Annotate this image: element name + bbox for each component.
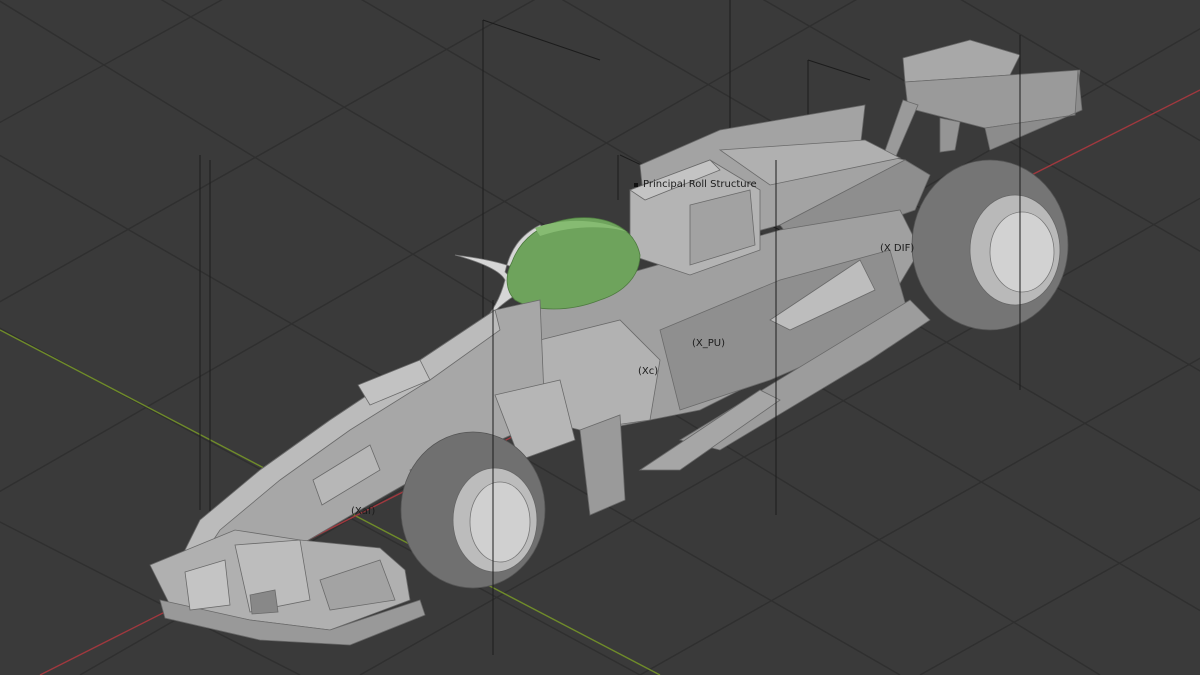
label-x-pu: (X_PU)	[692, 338, 725, 349]
label-principal-roll-structure: Principal Roll Structure	[643, 179, 757, 190]
label-x-af: (Xaf)	[351, 506, 375, 517]
label-x-dif: (X DIF)	[880, 243, 914, 254]
label-x-c: (Xc)	[638, 366, 658, 377]
3d-viewport[interactable]: Principal Roll Structure (X DIF) (X_PU) …	[0, 0, 1200, 675]
front-right-tire	[400, 431, 546, 589]
rear-right-tire	[911, 159, 1069, 331]
